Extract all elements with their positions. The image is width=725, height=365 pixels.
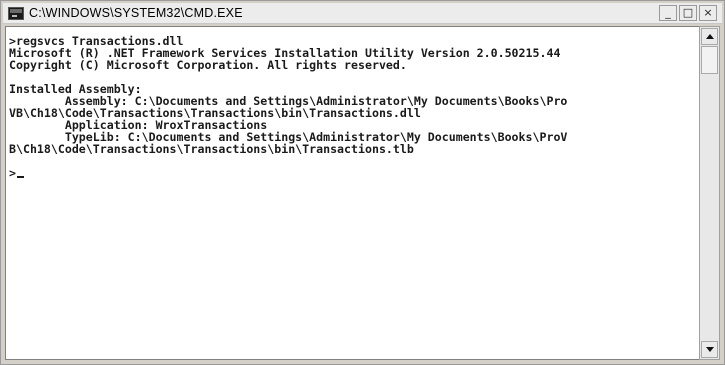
minimize-button[interactable]: _: [659, 5, 677, 21]
close-button[interactable]: ×: [699, 5, 717, 21]
scroll-down-arrow-icon: [706, 347, 714, 352]
window-controls: _ □ ×: [659, 5, 717, 21]
vertical-scrollbar[interactable]: [699, 26, 720, 360]
console-line: Copyright (C) Microsoft Corporation. All…: [9, 58, 407, 72]
scroll-thumb[interactable]: [701, 46, 718, 74]
prompt-line[interactable]: >: [9, 167, 699, 179]
scroll-up-button[interactable]: [701, 28, 718, 45]
title-bar[interactable]: C:\WINDOWS\SYSTEM32\CMD.EXE _ □ ×: [3, 3, 722, 24]
console-line: B\Ch18\Code\Transactions\Transactions\bi…: [9, 142, 414, 156]
scroll-up-arrow-icon: [706, 34, 714, 39]
scroll-down-button[interactable]: [701, 341, 718, 358]
console-output[interactable]: >regsvcs Transactions.dll Microsoft (R) …: [5, 26, 699, 360]
prompt: >: [9, 166, 16, 180]
cmd-console-icon[interactable]: [8, 7, 24, 20]
maximize-button[interactable]: □: [679, 5, 697, 21]
window-title: C:\WINDOWS\SYSTEM32\CMD.EXE: [29, 6, 243, 20]
text-cursor: [16, 176, 24, 178]
cmd-window: C:\WINDOWS\SYSTEM32\CMD.EXE _ □ × >regsv…: [0, 0, 725, 365]
